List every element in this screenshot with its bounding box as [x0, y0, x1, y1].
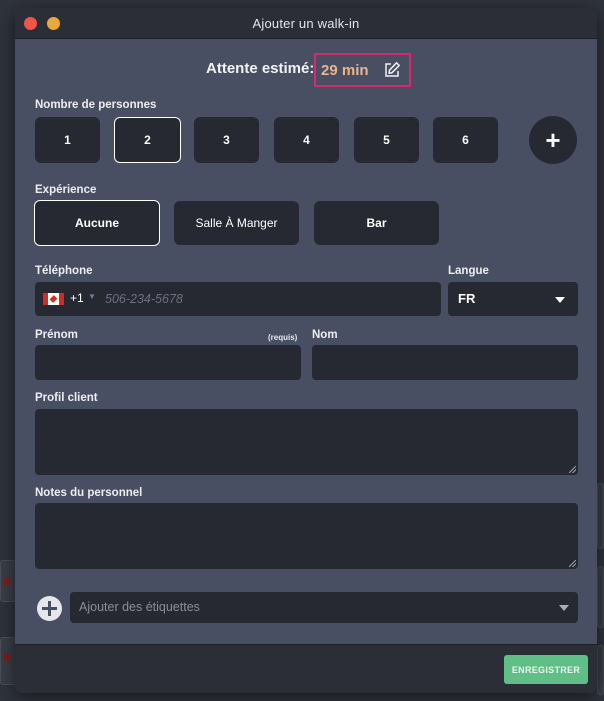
- edit-icon[interactable]: [383, 61, 401, 79]
- country-caret-icon[interactable]: ▼: [88, 292, 96, 301]
- party-size-option[interactable]: 3: [194, 117, 259, 163]
- minimize-window-button[interactable]: [47, 17, 60, 30]
- dialog-footer: ENREGISTRER: [15, 644, 597, 693]
- background-card: [597, 483, 604, 549]
- tags-select[interactable]: Ajouter des étiquettes: [70, 592, 578, 623]
- client-profile-label: Profil client: [35, 392, 98, 404]
- tags-placeholder: Ajouter des étiquettes: [79, 600, 200, 614]
- estimated-wait-label: Attente estimé:: [206, 60, 315, 77]
- language-value: FR: [458, 291, 476, 306]
- estimated-wait-value: 29 min: [321, 62, 369, 79]
- party-size-option[interactable]: 6: [433, 117, 498, 163]
- language-select[interactable]: FR: [448, 282, 578, 316]
- required-note: (requis): [268, 333, 298, 342]
- chevron-down-icon: [559, 605, 569, 611]
- resize-handle-icon[interactable]: [569, 560, 576, 567]
- add-tag-plus-icon[interactable]: [37, 596, 62, 621]
- resize-handle-icon[interactable]: [569, 466, 576, 473]
- more-party-sizes-button[interactable]: +: [529, 116, 577, 164]
- title-bar: Ajouter un walk-in: [15, 8, 597, 39]
- add-walk-in-dialog: Ajouter un walk-in Attente estimé: 29 mi…: [15, 8, 597, 693]
- close-window-button[interactable]: [24, 17, 37, 30]
- background-card: [0, 637, 16, 685]
- phone-input[interactable]: [105, 287, 435, 311]
- chevron-down-icon: [555, 297, 565, 303]
- first-name-input[interactable]: [35, 345, 301, 380]
- experience-option[interactable]: Bar: [314, 201, 439, 245]
- background-card: [597, 566, 604, 628]
- phone-label: Téléphone: [35, 265, 93, 277]
- estimated-wait: Attente estimé: 29 min: [15, 53, 597, 87]
- last-name-label: Nom: [312, 329, 338, 341]
- background-indicator: [4, 578, 10, 586]
- staff-notes-label: Notes du personnel: [35, 487, 143, 499]
- first-name-label: Prénom: [35, 329, 78, 341]
- party-size-option[interactable]: 4: [274, 117, 339, 163]
- party-size-option[interactable]: 1: [35, 117, 100, 163]
- canada-flag-icon[interactable]: [43, 293, 64, 305]
- party-size-label: Nombre de personnes: [35, 99, 157, 111]
- experience-option-selected[interactable]: Aucune: [34, 200, 160, 246]
- window-title: Ajouter un walk-in: [252, 15, 360, 31]
- phone-field: +1 ▼: [35, 282, 441, 316]
- party-size-option[interactable]: 5: [354, 117, 419, 163]
- last-name-input[interactable]: [312, 345, 578, 380]
- language-label: Langue: [448, 265, 489, 277]
- estimated-wait-value-box[interactable]: 29 min: [314, 53, 411, 87]
- save-button[interactable]: ENREGISTRER: [504, 655, 588, 684]
- country-code[interactable]: +1: [70, 291, 84, 305]
- experience-option[interactable]: Salle À Manger: [174, 201, 299, 245]
- staff-notes-textarea[interactable]: [35, 503, 578, 569]
- background-indicator: [4, 653, 10, 661]
- experience-label: Expérience: [35, 184, 97, 196]
- party-size-option-selected[interactable]: 2: [114, 117, 181, 163]
- background-card: [597, 645, 604, 695]
- client-profile-textarea[interactable]: [35, 409, 578, 475]
